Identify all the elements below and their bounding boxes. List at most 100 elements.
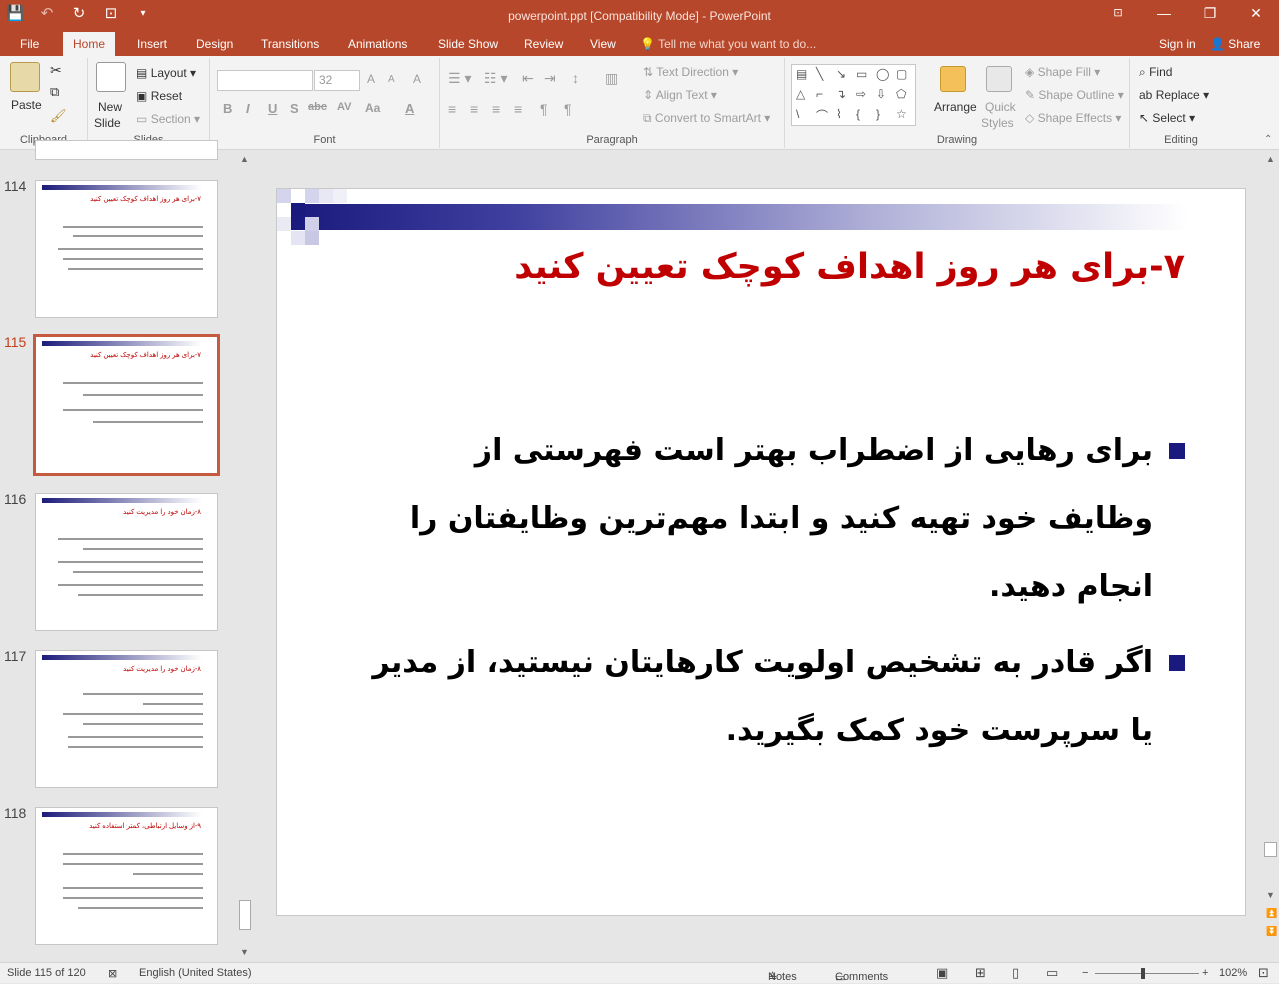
- tab-file[interactable]: File: [10, 32, 49, 56]
- scroll-up-arrow-icon[interactable]: ▲: [240, 154, 249, 164]
- reading-view-icon[interactable]: ▯: [1012, 965, 1019, 981]
- previous-slide-icon[interactable]: ⏫: [1266, 908, 1277, 919]
- ribbon-display-options-icon[interactable]: ⊡: [1095, 0, 1141, 32]
- shape-fill-button[interactable]: ◈ Shape Fill ▾: [1025, 65, 1100, 79]
- font-name-box[interactable]: [217, 70, 313, 91]
- spelling-icon[interactable]: ⊠: [108, 967, 117, 980]
- paste-icon[interactable]: [10, 62, 40, 92]
- down-arrow-icon[interactable]: ⇩: [876, 87, 886, 101]
- tab-insert[interactable]: Insert: [127, 32, 177, 56]
- slide-thumbnail-118[interactable]: ۹-از وسایل ارتباطی، کمتر استفاده کنید: [35, 807, 218, 945]
- slide-sorter-icon[interactable]: ⊞: [975, 965, 986, 981]
- share-button[interactable]: 👤 Share: [1210, 32, 1260, 56]
- columns-icon[interactable]: ▥: [605, 70, 618, 87]
- decrease-indent-icon[interactable]: ⇤: [522, 70, 534, 87]
- ltr-icon[interactable]: ¶: [564, 101, 572, 117]
- freeform-icon[interactable]: ⌇: [836, 107, 842, 121]
- right-arrow-icon[interactable]: ⇨: [856, 87, 866, 101]
- align-center-icon[interactable]: ≡: [470, 101, 478, 117]
- shapes-gallery[interactable]: ▤ ╲ ↘ ▭ ◯ ▢ △ ⌐ ↴ ⇨ ⇩ ⬠ \ ⌒ ⌇ { } ☆: [791, 64, 916, 126]
- brace-open-icon[interactable]: {: [856, 107, 860, 121]
- curve-icon[interactable]: ⌒: [816, 107, 828, 124]
- thumbnail-scroll-thumb[interactable]: [239, 900, 251, 930]
- bullets-icon[interactable]: ☰ ▾: [448, 70, 471, 87]
- scroll-up-arrow-icon[interactable]: ▲: [1266, 154, 1275, 164]
- left-brace-icon[interactable]: \: [796, 107, 799, 121]
- text-direction-button[interactable]: ⇅ Text Direction ▾: [643, 65, 738, 79]
- thumbnail-scrollbar[interactable]: ▲ ▼: [236, 150, 254, 962]
- convert-smartart-button[interactable]: ⧉ Convert to SmartArt ▾: [643, 111, 770, 126]
- scroll-down-arrow-icon[interactable]: ▼: [240, 947, 249, 957]
- scroll-down-arrow-icon[interactable]: ▼: [1266, 890, 1275, 900]
- quick-styles-icon[interactable]: [986, 66, 1012, 92]
- line-spacing-icon[interactable]: ↕: [572, 70, 579, 86]
- line-icon[interactable]: ╲: [816, 67, 823, 81]
- slide-thumbnail-115[interactable]: ۷-برای هر روز اهداف کوچک تعیین کنید: [33, 334, 220, 476]
- find-button[interactable]: ⌕ Find: [1139, 65, 1172, 80]
- normal-view-icon[interactable]: ▣: [936, 965, 948, 981]
- current-slide[interactable]: ۷-برای هر روز اهداف کوچک تعیین کنید برای…: [276, 188, 1246, 916]
- new-slide-button[interactable]: New: [98, 100, 122, 114]
- align-text-button[interactable]: ⇕ Align Text ▾: [643, 88, 717, 102]
- cut-icon[interactable]: ✂: [50, 62, 62, 79]
- oval-icon[interactable]: ◯: [876, 67, 889, 81]
- select-button[interactable]: ↖ Select ▾: [1139, 111, 1195, 125]
- tab-home[interactable]: Home: [63, 32, 116, 56]
- font-size-box[interactable]: 32: [314, 70, 360, 91]
- font-color-button[interactable]: A: [405, 101, 414, 116]
- change-case-button[interactable]: Aa: [365, 101, 380, 115]
- italic-button[interactable]: I: [246, 101, 250, 116]
- underline-button[interactable]: U: [268, 101, 277, 116]
- elbow-connector-icon[interactable]: ⌐: [816, 87, 823, 101]
- tab-slide-show[interactable]: Slide Show: [428, 32, 508, 56]
- shape-effects-button[interactable]: ◇ Shape Effects ▾: [1025, 111, 1121, 125]
- sign-in-link[interactable]: Sign in: [1159, 32, 1196, 56]
- rounded-rect-icon[interactable]: ▢: [896, 67, 907, 81]
- align-right-icon[interactable]: ≡: [492, 101, 500, 117]
- shrink-font-icon[interactable]: A: [388, 74, 395, 85]
- collapse-ribbon-icon[interactable]: ⌃: [1264, 134, 1272, 145]
- tab-view[interactable]: View: [580, 32, 626, 56]
- shape-outline-button[interactable]: ✎ Shape Outline ▾: [1025, 88, 1124, 102]
- tab-animations[interactable]: Animations: [338, 32, 417, 56]
- slide-title[interactable]: ۷-برای هر روز اهداف کوچک تعیین کنید: [514, 247, 1185, 287]
- layout-button[interactable]: ▤ Layout ▾: [136, 66, 196, 80]
- align-left-icon[interactable]: ≡: [448, 101, 456, 117]
- tab-transitions[interactable]: Transitions: [251, 32, 329, 56]
- slide-scroll-thumb[interactable]: [1264, 842, 1277, 857]
- copy-icon[interactable]: ⧉: [50, 84, 59, 100]
- rectangle-icon[interactable]: ▭: [856, 67, 867, 81]
- clear-format-icon[interactable]: A: [413, 72, 421, 86]
- zoom-out-button[interactable]: −: [1082, 967, 1088, 979]
- slide-thumbnail-117[interactable]: ۸-زمان خود را مدیریت کنید: [35, 650, 218, 788]
- elbow-arrow-icon[interactable]: ↴: [836, 87, 846, 101]
- fit-to-window-icon[interactable]: ⊡: [1258, 965, 1269, 981]
- arrange-button[interactable]: Arrange: [934, 100, 977, 114]
- tell-me-search[interactable]: 💡 Tell me what you want to do...: [640, 32, 816, 56]
- zoom-slider-track[interactable]: [1095, 973, 1199, 974]
- star-icon[interactable]: ☆: [896, 107, 907, 121]
- arrange-icon[interactable]: [940, 66, 966, 92]
- language-indicator[interactable]: English (United States): [139, 967, 252, 979]
- minimize-button[interactable]: —: [1141, 0, 1187, 32]
- slide-body[interactable]: برای رهایی از اضطراب بهتر است فهرستی از …: [365, 417, 1185, 765]
- zoom-level[interactable]: 102%: [1219, 967, 1247, 979]
- quick-styles-button[interactable]: Quick: [985, 100, 1016, 114]
- strikethrough-button[interactable]: abc: [308, 101, 327, 113]
- bold-button[interactable]: B: [223, 101, 232, 116]
- close-button[interactable]: ✕: [1233, 0, 1279, 32]
- new-slide-icon[interactable]: [96, 62, 126, 92]
- increase-indent-icon[interactable]: ⇥: [544, 70, 556, 87]
- slide-thumbnail-113[interactable]: [35, 140, 218, 160]
- format-painter-icon[interactable]: 🖌: [50, 108, 67, 124]
- brace-close-icon[interactable]: }: [876, 107, 880, 121]
- justify-icon[interactable]: ≡: [514, 101, 522, 117]
- triangle-icon[interactable]: △: [796, 87, 805, 101]
- tab-design[interactable]: Design: [186, 32, 243, 56]
- next-slide-icon[interactable]: ⏬: [1266, 926, 1277, 937]
- slide-scrollbar[interactable]: ▲ ▼ ⏫ ⏬: [1262, 150, 1279, 962]
- reset-button[interactable]: ▣ Reset: [136, 89, 182, 103]
- restore-button[interactable]: ❐: [1187, 0, 1233, 32]
- grow-font-icon[interactable]: A: [367, 72, 375, 86]
- text-box-icon[interactable]: ▤: [796, 67, 807, 81]
